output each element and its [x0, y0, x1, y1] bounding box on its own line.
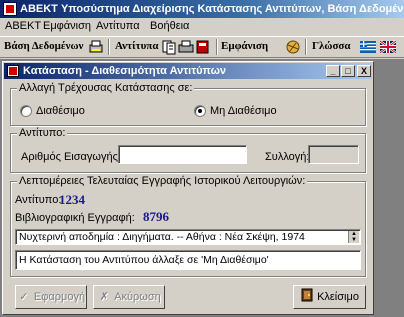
menu-help[interactable]: Βοήθεια: [150, 20, 189, 32]
greek-flag-icon[interactable]: [360, 39, 376, 55]
toolbar-language-label[interactable]: Γλώσσα: [312, 40, 351, 52]
toolbar-database-label[interactable]: Βάση Δεδομένων: [4, 40, 83, 52]
cancel-x-icon: ✗: [99, 291, 109, 303]
toolbar-separator: [108, 39, 110, 55]
history-details-group-label: Λεπτομέρειες Τελευταίας Εγγραφής Ιστορικ…: [17, 175, 308, 187]
unavailable-radio[interactable]: [194, 105, 206, 117]
menu-bar: ABEKT Εμφάνιση Αντίτυπα Βοήθεια: [0, 18, 404, 36]
toolbar: Βάση Δεδομένων Αντίτυπα Εμφάνιση Γλώσσα: [0, 36, 404, 58]
uk-flag-icon[interactable]: [380, 39, 396, 55]
close-button-label: Κλείσιμο: [317, 291, 359, 303]
accession-number-input[interactable]: [118, 145, 247, 164]
copy-number-value: 1234: [59, 192, 85, 207]
status-window-title: Κατάσταση - Διαθεσιμότητα Αντιτύπων: [23, 65, 227, 77]
menu-abekt[interactable]: ABEKT: [5, 20, 41, 32]
door-exit-icon: [300, 286, 314, 308]
bibliographic-record-value: 8796: [143, 209, 169, 224]
globe-icon[interactable]: [285, 39, 301, 55]
status-change-group: Αλλαγή Τρέχουσας Κατάστασης σε: Διαθέσιμ…: [10, 82, 366, 126]
scroll-down-icon[interactable]: ▼: [349, 237, 359, 243]
minimize-button[interactable]: _: [326, 65, 340, 77]
status-message-field: Η Κατάσταση του Αντιτύπου άλλαξε σε 'Μη …: [15, 250, 361, 270]
copy-number-label: Αντίτυπο:: [15, 194, 62, 206]
menu-copies[interactable]: Αντίτυπα: [96, 20, 140, 32]
collection-label: Συλλογή:: [265, 151, 310, 163]
description-scrollbar[interactable]: ▲ ▼: [348, 231, 359, 243]
app-title-bar[interactable]: ABEKT Υποσύστημα Διαχείρισης Κατάστασης …: [0, 0, 404, 18]
toolbar-separator: [216, 39, 218, 55]
copy-group: Αντίτυπο: Αριθμός Εισαγωγής: Συλλογή:: [10, 127, 366, 173]
status-message: Η Κατάσταση του Αντιτύπου άλλαξε σε 'Μη …: [19, 254, 269, 266]
cancel-button-label: Ακύρωση: [114, 291, 161, 303]
toolbar-copies-label[interactable]: Αντίτυπα: [115, 40, 158, 52]
close-button[interactable]: Κλείσιμο: [293, 285, 366, 309]
collection-field[interactable]: [308, 145, 359, 164]
printer-db-icon[interactable]: [88, 39, 104, 55]
menu-view[interactable]: Εμφάνιση: [43, 20, 91, 32]
app-icon[interactable]: [3, 2, 17, 16]
book-icon[interactable]: [195, 39, 211, 55]
status-change-group-label: Αλλαγή Τρέχουσας Κατάστασης σε:: [17, 82, 195, 94]
record-description-field[interactable]: Νυχτερινή αποδημία : Διηγήματα. -- Αθήνα…: [15, 229, 361, 245]
accession-number-label: Αριθμός Εισαγωγής:: [21, 151, 121, 163]
available-radio-label[interactable]: Διαθέσιμο: [36, 105, 85, 117]
apply-button-label: Εφαρμογή: [33, 291, 86, 303]
copy-icon[interactable]: [161, 39, 177, 55]
available-radio[interactable]: [20, 105, 32, 117]
copy-group-label: Αντίτυπο:: [17, 127, 68, 139]
cancel-button[interactable]: ✗ Ακύρωση: [93, 285, 165, 309]
unavailable-radio-label[interactable]: Μη Διαθέσιμο: [210, 105, 277, 117]
status-window: Κατάσταση - Διαθεσιμότητα Αντιτύπων _ □ …: [2, 61, 374, 315]
maximize-button[interactable]: □: [341, 65, 355, 77]
toolbar-separator: [305, 39, 307, 55]
record-description-text: Νυχτερινή αποδημία : Διηγήματα. -- Αθήνα…: [19, 231, 305, 243]
status-window-title-bar[interactable]: Κατάσταση - Διαθεσιμότητα Αντιτύπων _ □ …: [4, 63, 372, 79]
printer-icon[interactable]: [178, 39, 194, 55]
history-details-group: Λεπτομέρειες Τελευταίας Εγγραφής Ιστορικ…: [10, 175, 366, 277]
bibliographic-record-label: Βιβλιογραφική Εγγραφή:: [15, 212, 135, 224]
checkmark-icon: ✓: [19, 291, 29, 303]
close-window-button[interactable]: X: [357, 65, 371, 77]
apply-button[interactable]: ✓ Εφαρμογή: [15, 285, 87, 309]
window-icon[interactable]: [7, 65, 19, 77]
toolbar-display-label[interactable]: Εμφάνιση: [221, 40, 268, 52]
app-title: ABEKT Υποσύστημα Διαχείρισης Κατάστασης …: [20, 3, 404, 15]
